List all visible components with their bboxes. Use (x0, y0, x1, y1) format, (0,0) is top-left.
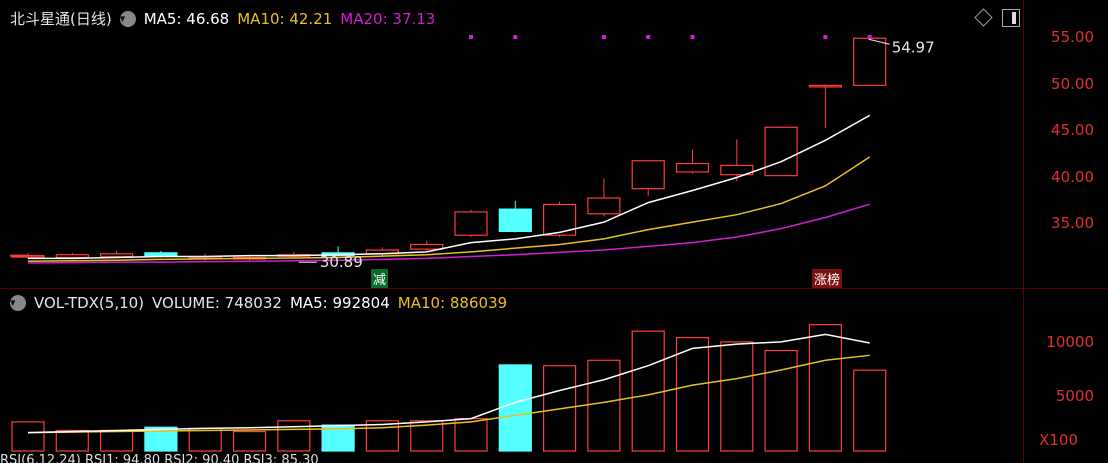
candle-body (55, 254, 89, 259)
candle-body (808, 84, 843, 88)
candle-body (675, 162, 710, 173)
volume-tick-1: 5000 (1055, 387, 1094, 405)
volume-bar (454, 418, 488, 452)
volume-bar (675, 337, 710, 452)
volume-tick-0: 10000 (1046, 333, 1094, 351)
volume-bar (720, 341, 754, 452)
signal-dot (646, 35, 651, 39)
volume-bar (99, 429, 134, 452)
volume-bar (232, 430, 267, 452)
volume-ma5-line (27, 333, 870, 434)
rsi-strip: RSI(6,12,24) RSI1: 94.80 RSI2: 90.40 RSI… (0, 453, 319, 463)
signal-dot (823, 35, 828, 39)
price-tick-3: 40.00 (1051, 168, 1094, 186)
signal-dot (867, 35, 872, 39)
candle-body (144, 252, 178, 257)
ma5-line (28, 114, 871, 260)
price-tick-2: 45.00 (1051, 121, 1094, 139)
volume-ma10-line (27, 354, 870, 434)
volume-bar (808, 324, 843, 452)
candle-body (454, 211, 488, 236)
candle-body (498, 208, 532, 233)
volume-bar (853, 369, 887, 452)
volume-bar (587, 359, 621, 452)
signal-dot (469, 35, 473, 39)
high-price-annotation: 54.97 (892, 38, 935, 56)
price-tick-0: 55.00 (1051, 28, 1094, 46)
volume-unit: X100 (1039, 431, 1078, 449)
kline-chart[interactable]: 54.97 30.89 (0, 0, 1023, 453)
price-tick-1: 50.00 (1051, 75, 1094, 93)
volume-bar (631, 330, 665, 452)
signal-dot (513, 35, 518, 39)
candle-body (853, 37, 887, 87)
volume-bar (498, 364, 532, 452)
candle-body (587, 197, 621, 215)
low-price-annotation: 30.89 (320, 253, 363, 271)
high-arrow (868, 38, 890, 45)
volume-bar (55, 429, 89, 452)
price-tick-4: 35.00 (1051, 214, 1094, 232)
candle-body (764, 126, 798, 177)
ma10-line (27, 156, 871, 262)
candle-body (410, 243, 444, 250)
signal-dot (601, 35, 606, 39)
volume-bar (188, 427, 222, 452)
candle-body (99, 253, 134, 258)
volume-bar (11, 421, 45, 452)
volume-bar (277, 420, 311, 452)
volume-bar (764, 349, 798, 452)
candle-body (631, 160, 665, 190)
candle-body (542, 203, 577, 236)
signal-dot (690, 35, 695, 39)
